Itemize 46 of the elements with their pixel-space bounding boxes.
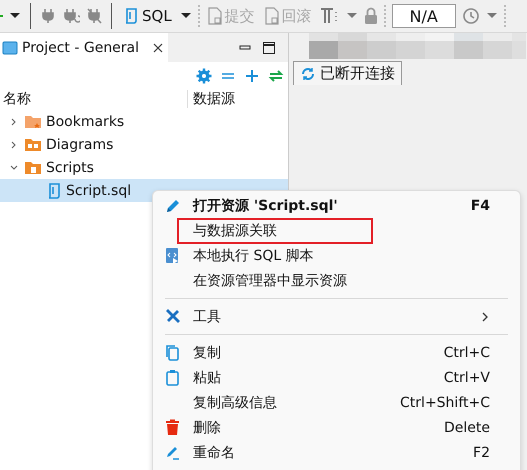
sync-arrows-icon[interactable] [268, 68, 284, 84]
text-format-icon[interactable] [320, 7, 340, 25]
tree-item[interactable]: Scripts [0, 156, 288, 179]
trash-icon [164, 419, 180, 436]
project-tab[interactable]: Project - General [0, 33, 168, 62]
expand-plus-icon[interactable] [244, 68, 260, 84]
plug-swap-icon[interactable] [62, 7, 80, 25]
tree-item[interactable]: Diagrams [0, 133, 288, 156]
sql-file-icon [46, 182, 62, 200]
submenu-chevron-icon [480, 310, 490, 322]
menu-item[interactable]: 在资源管理器中显示资源 [153, 268, 520, 293]
history-icon[interactable] [462, 7, 480, 25]
transaction-field[interactable]: N/A [392, 4, 456, 28]
tree-item-label: Diagrams [46, 136, 114, 152]
lock-icon[interactable] [364, 7, 378, 25]
sql-button[interactable]: SQL [121, 7, 174, 25]
document-icon [208, 7, 222, 25]
tree-item-label: Scripts [46, 160, 95, 176]
column-header[interactable]: 数据源 [187, 90, 288, 108]
menu-item[interactable]: 删除 Delete [153, 415, 520, 440]
menu-item[interactable]: 粘贴 Ctrl+V [153, 365, 520, 390]
menu-item[interactable]: 工具 [153, 304, 520, 329]
document-icon [264, 7, 279, 25]
plug-icon[interactable] [40, 7, 56, 25]
tree-item-label: Bookmarks [46, 114, 126, 130]
plug-off-icon[interactable] [86, 7, 102, 25]
tree-item[interactable]: Bookmarks [0, 110, 288, 133]
menu-item[interactable]: 重命名 F2 [153, 440, 520, 465]
menu-item[interactable]: 本地执行 SQL 脚本 [153, 243, 520, 268]
toolbar-mark [0, 15, 3, 17]
menu-item[interactable]: 与数据源关联 [153, 218, 520, 243]
connection-tab[interactable]: 已断开连接 [293, 61, 402, 85]
annotation-box: 与数据源关联 [177, 218, 373, 244]
close-icon[interactable] [152, 42, 164, 54]
menu-item[interactable]: 复制高级信息 Ctrl+Shift+C [153, 390, 520, 415]
script-run-icon [164, 247, 180, 264]
sql-file-icon [123, 7, 139, 25]
refresh-icon [300, 66, 316, 82]
copy-icon [164, 344, 180, 361]
clipboard-icon [164, 369, 180, 386]
settings-icon[interactable] [196, 68, 212, 84]
menu-item[interactable]: 复制 Ctrl+C [153, 340, 520, 365]
tree-item-label: Script.sql [66, 182, 132, 198]
column-header[interactable]: 名称 [0, 90, 187, 108]
window-icon [2, 40, 18, 54]
maximize-icon[interactable] [262, 40, 276, 54]
